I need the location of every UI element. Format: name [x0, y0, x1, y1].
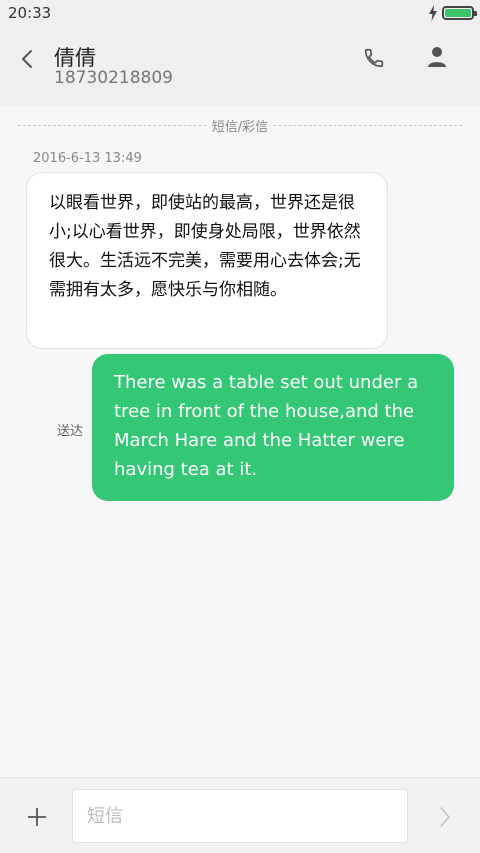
- battery-icon: [442, 6, 477, 20]
- contact-number: 18730218809: [54, 68, 173, 88]
- back-button[interactable]: [12, 44, 42, 74]
- add-attachment-button[interactable]: [22, 802, 52, 832]
- status-time: 20:33: [8, 4, 52, 22]
- composer-bar: [0, 777, 480, 853]
- send-button[interactable]: [430, 802, 460, 832]
- person-icon: [428, 47, 446, 67]
- status-bar: 20:33: [0, 0, 480, 26]
- incoming-message-text: 以眼看世界，即使站的最高，世界还是很小;以心看世界，即使身处局限，世界依然很大。…: [49, 193, 361, 300]
- contact-info-button[interactable]: [423, 43, 451, 71]
- delivery-status: 送达: [57, 424, 84, 439]
- channel-label: 短信/彩信: [205, 116, 275, 135]
- chevron-left-icon: [22, 50, 32, 68]
- status-indicators: [428, 5, 477, 21]
- call-button[interactable]: [360, 44, 388, 72]
- chevron-right-icon: [440, 807, 450, 827]
- plus-icon: [28, 808, 46, 826]
- conversation-header: 倩倩 18730218809: [0, 26, 480, 106]
- incoming-message-bubble[interactable]: 以眼看世界，即使站的最高，世界还是很小;以心看世界，即使身处局限，世界依然很大。…: [26, 172, 388, 349]
- bolt-icon: [429, 5, 437, 21]
- message-timestamp: 2016-6-13 13:49: [33, 151, 142, 166]
- battery-fill: [445, 9, 471, 17]
- outgoing-message-bubble[interactable]: There was a table set out under a tree i…: [92, 354, 454, 501]
- phone-icon: [364, 48, 384, 68]
- outgoing-message-text: There was a table set out under a tree i…: [114, 372, 419, 480]
- channel-divider: 短信/彩信: [18, 114, 462, 136]
- message-input[interactable]: [72, 789, 408, 843]
